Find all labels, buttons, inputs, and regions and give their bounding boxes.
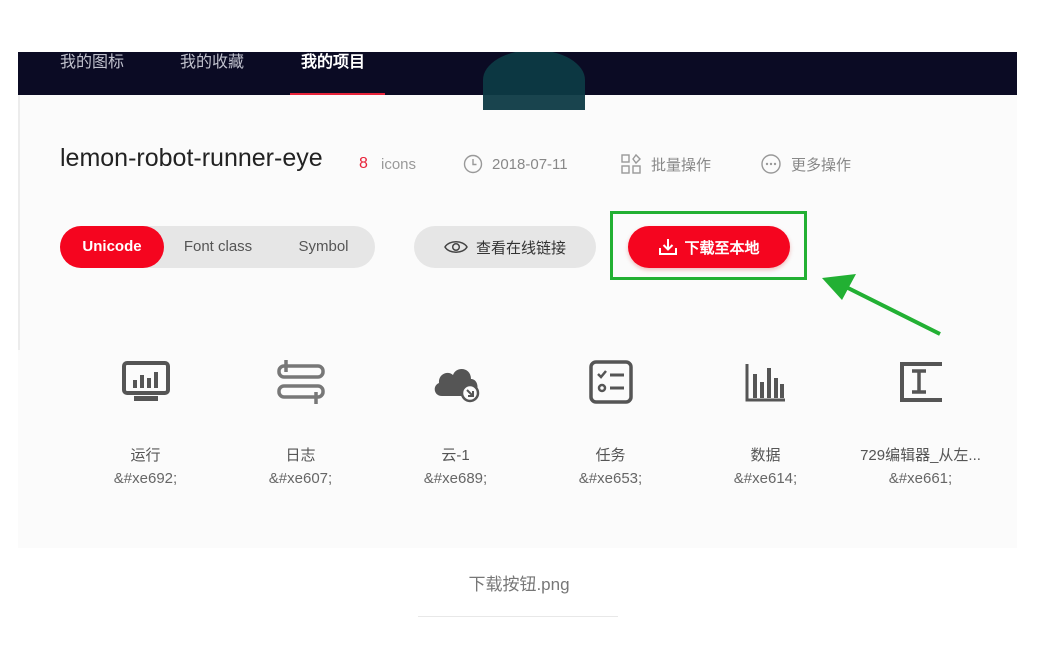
- log-arrows-icon: [276, 360, 325, 404]
- icon-name: 云-1: [441, 447, 470, 464]
- grid-icon: [621, 153, 641, 174]
- segment-unicode[interactable]: Unicode: [60, 226, 164, 268]
- icon-card[interactable]: 任务 &#xe653;: [533, 352, 688, 487]
- annotation-arrow: [822, 274, 941, 336]
- icon-code: &#xe689;: [423, 470, 488, 487]
- more-label: 更多操作: [791, 156, 852, 174]
- project-date: 2018-07-11: [463, 152, 568, 176]
- tab-my-icons[interactable]: 我的图标: [60, 52, 124, 95]
- project-title: lemon-robot-runner-eye: [60, 144, 323, 172]
- icon-card[interactable]: 数据 &#xe614;: [688, 352, 843, 487]
- icon-code: &#xe692;: [113, 470, 178, 487]
- icon-code: &#xe607;: [268, 470, 333, 487]
- icon-code: &#xe614;: [733, 470, 798, 487]
- icon-code: &#xe653;: [578, 470, 643, 487]
- divider: [18, 95, 20, 350]
- highlight-box: [610, 211, 807, 280]
- nav-decoration: [483, 52, 585, 110]
- tab-my-favorites[interactable]: 我的收藏: [180, 52, 244, 95]
- segment-font-class[interactable]: Font class: [164, 226, 272, 268]
- top-nav: 我的图标 我的收藏 我的项目: [18, 52, 1017, 110]
- task-checklist-icon: [588, 360, 633, 404]
- cloud-icon: [434, 369, 479, 403]
- icon-count: 8: [359, 155, 368, 172]
- segment-symbol[interactable]: Symbol: [272, 226, 375, 268]
- batch-operations[interactable]: 批量操作: [620, 152, 711, 176]
- icon-card[interactable]: 运行 &#xe692;: [68, 352, 223, 487]
- more-icon: [761, 154, 781, 174]
- screenshot-panel: 我的图标 我的收藏 我的项目 lemon-robot-runner-eye 8 …: [18, 52, 1017, 548]
- bar-chart-icon: [745, 364, 785, 402]
- icon-count-label: icons: [381, 156, 417, 173]
- icon-card[interactable]: 729编辑器_从左... &#xe661;: [843, 352, 998, 487]
- icon-name: 729编辑器_从左...: [860, 447, 981, 464]
- batch-label: 批量操作: [651, 156, 712, 174]
- icon-card[interactable]: 云-1 &#xe689;: [378, 352, 533, 487]
- view-online-link-button[interactable]: 查看在线链接: [414, 226, 596, 268]
- icon-name: 任务: [595, 447, 626, 464]
- caption-divider: [418, 616, 618, 617]
- clock-icon: [463, 154, 483, 174]
- icon-card[interactable]: 日志 &#xe607;: [223, 352, 378, 487]
- image-caption: 下载按钮.png: [468, 575, 570, 594]
- view-online-link-label: 查看在线链接: [475, 239, 566, 257]
- icon-name: 日志: [285, 447, 316, 464]
- eye-icon: [444, 241, 468, 253]
- date-text: 2018-07-11: [492, 155, 568, 173]
- icon-name: 数据: [750, 447, 781, 464]
- icon-name: 运行: [130, 447, 161, 464]
- more-operations[interactable]: 更多操作: [760, 152, 851, 176]
- code-format-switch: Unicode Font class Symbol: [60, 226, 375, 268]
- monitor-chart-icon: [121, 361, 170, 401]
- editor-align-icon: [899, 362, 942, 402]
- icon-code: &#xe661;: [888, 470, 953, 487]
- active-tab-indicator: [290, 93, 385, 95]
- tab-my-projects[interactable]: 我的项目: [301, 52, 365, 95]
